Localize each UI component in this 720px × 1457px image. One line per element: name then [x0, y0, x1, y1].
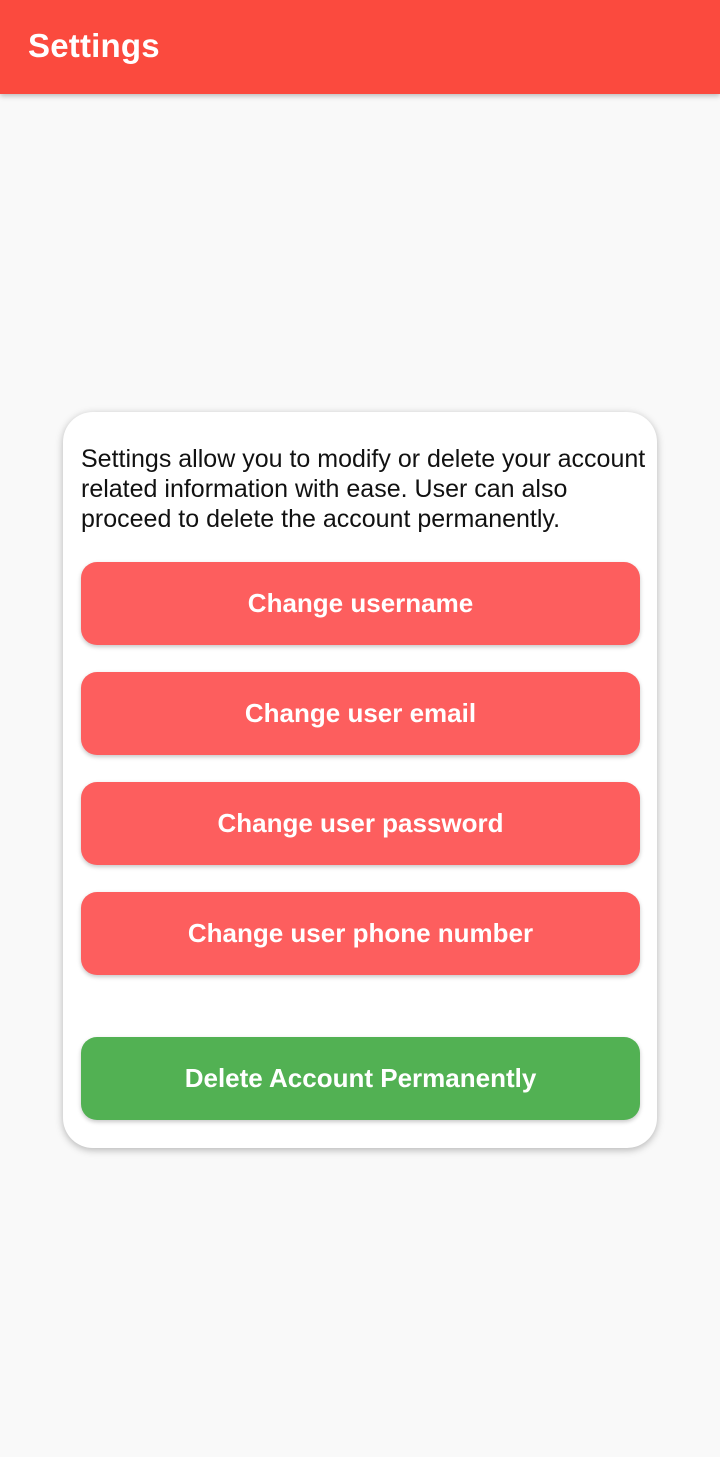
- app-bar: Settings: [0, 0, 720, 94]
- page-title: Settings: [28, 27, 160, 64]
- change-password-button[interactable]: Change user password: [81, 782, 640, 865]
- change-username-button[interactable]: Change username: [81, 562, 640, 645]
- delete-account-button[interactable]: Delete Account Permanently: [81, 1037, 640, 1120]
- settings-description: Settings allow you to modify or delete y…: [81, 445, 646, 533]
- change-email-button[interactable]: Change user email: [81, 672, 640, 755]
- change-phone-button[interactable]: Change user phone number: [81, 892, 640, 975]
- settings-card: Settings allow you to modify or delete y…: [63, 412, 657, 1148]
